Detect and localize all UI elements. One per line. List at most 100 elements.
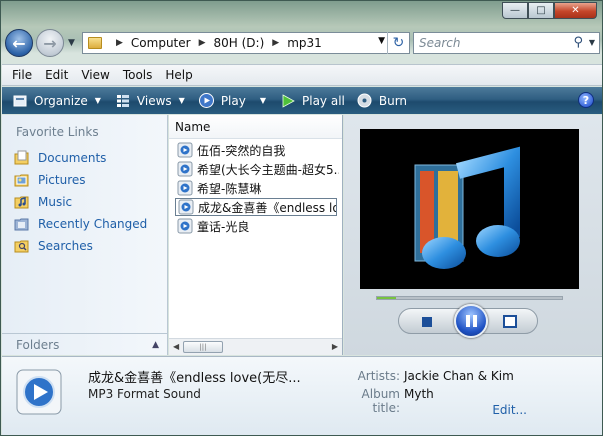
menu-help[interactable]: Help bbox=[165, 68, 192, 82]
play-label: Play bbox=[220, 93, 246, 108]
play-all-button[interactable]: Play all bbox=[280, 90, 345, 112]
folders-toggle[interactable]: Folders ▲ bbox=[2, 333, 167, 355]
explorer-window: — □ ✕ ← → ▼ ▶ Computer ▶ 80H (D:) ▶ mp31… bbox=[0, 0, 603, 436]
audio-file-icon bbox=[177, 142, 193, 158]
details-title: 成龙&金喜善《endless love(无尽... bbox=[88, 371, 301, 386]
scroll-right-icon[interactable]: ▶ bbox=[332, 342, 338, 351]
minimize-button[interactable]: — bbox=[502, 2, 528, 19]
nav-link-label: Recently Changed bbox=[38, 217, 148, 231]
nav-link-pictures[interactable]: Pictures bbox=[14, 172, 86, 188]
menu-view[interactable]: View bbox=[81, 68, 109, 82]
views-label: Views bbox=[136, 93, 172, 108]
playback-progress-fill bbox=[377, 297, 396, 299]
file-item[interactable]: 希望(大长今主题曲-超女5... bbox=[177, 160, 339, 178]
file-item[interactable]: 童话-光良 bbox=[177, 217, 339, 235]
search-dropdown-icon[interactable]: ▼ bbox=[589, 38, 595, 47]
artists-label: Artists: bbox=[357, 369, 400, 383]
file-item[interactable]: 伍佰-突然的自我 bbox=[177, 141, 339, 159]
forward-button[interactable]: → bbox=[36, 29, 64, 57]
organize-icon bbox=[12, 93, 28, 109]
nav-link-documents[interactable]: Documents bbox=[14, 150, 106, 166]
chevron-down-icon: ▼ bbox=[259, 96, 266, 105]
album-title-value[interactable]: Myth bbox=[404, 387, 434, 401]
play-button[interactable]: Play ▼ bbox=[199, 90, 266, 112]
search-icon[interactable]: ⚲ bbox=[573, 35, 583, 50]
horizontal-scrollbar[interactable]: ◀ ||| ▶ bbox=[169, 338, 342, 355]
chevron-right-icon[interactable]: ▶ bbox=[272, 38, 279, 48]
folder-icon bbox=[88, 37, 102, 49]
nav-link-music[interactable]: Music bbox=[14, 194, 72, 210]
pictures-icon bbox=[14, 172, 30, 188]
playback-progress-bar[interactable] bbox=[376, 296, 563, 300]
refresh-icon[interactable]: ↻ bbox=[387, 32, 409, 54]
file-name: 希望(大长今主题曲-超女5... bbox=[197, 162, 339, 177]
chevron-right-icon[interactable]: ▶ bbox=[199, 38, 206, 48]
fullscreen-icon[interactable] bbox=[503, 315, 517, 328]
pause-button[interactable] bbox=[454, 304, 488, 338]
nav-link-label: Music bbox=[38, 195, 73, 209]
chevron-up-icon: ▲ bbox=[152, 339, 159, 350]
breadcrumb-drive[interactable]: 80H (D:) bbox=[214, 36, 265, 50]
nav-link-recently-changed[interactable]: Recently Changed bbox=[14, 216, 147, 232]
media-player-logo-icon bbox=[414, 146, 520, 269]
details-file-type: MP3 Format Sound bbox=[88, 387, 201, 401]
back-arrow-icon: ← bbox=[12, 33, 26, 53]
file-list-pane: Name 伍佰-突然的自我 希望(大长今主题曲-超女5... 希望-陈慧琳 成龙… bbox=[169, 115, 343, 355]
preview-pane bbox=[344, 115, 602, 355]
player-controls bbox=[398, 304, 538, 338]
organize-label: Organize bbox=[34, 93, 88, 108]
navigation-pane: Favorite Links Documents Pictures Music … bbox=[2, 115, 168, 355]
chevron-down-icon: ▼ bbox=[94, 96, 101, 105]
search-placeholder: Search bbox=[419, 36, 461, 50]
favorite-links-heading: Favorite Links bbox=[16, 125, 99, 139]
burn-button[interactable]: Burn bbox=[357, 90, 407, 112]
address-dropdown-icon[interactable]: ▼ bbox=[378, 36, 385, 46]
views-button[interactable]: Views ▼ bbox=[115, 90, 185, 112]
scrollbar-thumb[interactable]: ||| bbox=[183, 341, 223, 353]
maximize-button[interactable]: □ bbox=[528, 2, 554, 19]
search-input[interactable]: Search ⚲ ▼ bbox=[413, 32, 600, 54]
disc-icon bbox=[357, 93, 373, 109]
window-controls: — □ ✕ bbox=[502, 2, 597, 19]
column-header-label: Name bbox=[175, 119, 211, 134]
menu-edit[interactable]: Edit bbox=[45, 68, 68, 82]
chevron-right-icon[interactable]: ▶ bbox=[116, 38, 123, 48]
scroll-left-icon[interactable]: ◀ bbox=[173, 342, 179, 351]
media-preview-screen[interactable] bbox=[360, 129, 579, 289]
address-bar[interactable]: ▶ Computer ▶ 80H (D:) ▶ mp31 ▼ ↻ bbox=[82, 32, 410, 54]
breadcrumb-folder[interactable]: mp31 bbox=[287, 36, 322, 50]
file-item-selected[interactable]: 成龙&金喜善《endless lov... bbox=[175, 198, 337, 216]
audio-file-icon bbox=[178, 199, 194, 215]
forward-arrow-icon: → bbox=[43, 33, 57, 53]
play-icon bbox=[280, 93, 296, 109]
nav-link-searches[interactable]: Searches bbox=[14, 238, 93, 254]
nav-link-label: Pictures bbox=[38, 173, 86, 187]
menu-file[interactable]: File bbox=[12, 68, 32, 82]
address-row: ← → ▼ ▶ Computer ▶ 80H (D:) ▶ mp31 ▼ ↻ S… bbox=[5, 28, 600, 58]
name-column-header[interactable]: Name bbox=[169, 115, 342, 139]
media-player-icon bbox=[199, 93, 215, 109]
file-name: 伍佰-突然的自我 bbox=[197, 143, 286, 158]
close-button[interactable]: ✕ bbox=[554, 2, 597, 19]
file-name: 希望-陈慧琳 bbox=[197, 181, 262, 196]
views-icon bbox=[115, 93, 131, 109]
chevron-down-icon: ▼ bbox=[178, 96, 185, 105]
artists-value[interactable]: Jackie Chan & Kim bbox=[404, 369, 514, 383]
file-name: 成龙&金喜善《endless lov... bbox=[198, 200, 336, 215]
help-icon[interactable]: ? bbox=[578, 92, 594, 108]
menu-bar: File Edit View Tools Help bbox=[2, 64, 602, 86]
edit-link[interactable]: Edit... bbox=[492, 403, 527, 417]
nav-link-label: Searches bbox=[38, 239, 93, 253]
back-button[interactable]: ← bbox=[5, 29, 33, 57]
burn-label: Burn bbox=[378, 93, 408, 108]
documents-icon bbox=[14, 150, 30, 166]
recent-pages-dropdown-icon[interactable]: ▼ bbox=[68, 38, 75, 48]
file-item[interactable]: 希望-陈慧琳 bbox=[177, 179, 339, 197]
nav-link-label: Documents bbox=[38, 151, 107, 165]
organize-button[interactable]: Organize ▼ bbox=[12, 90, 101, 112]
breadcrumb-computer[interactable]: Computer bbox=[131, 36, 191, 50]
recently-changed-icon bbox=[14, 216, 30, 232]
menu-tools[interactable]: Tools bbox=[123, 68, 153, 82]
stop-icon[interactable] bbox=[422, 317, 432, 327]
music-icon bbox=[14, 194, 30, 210]
